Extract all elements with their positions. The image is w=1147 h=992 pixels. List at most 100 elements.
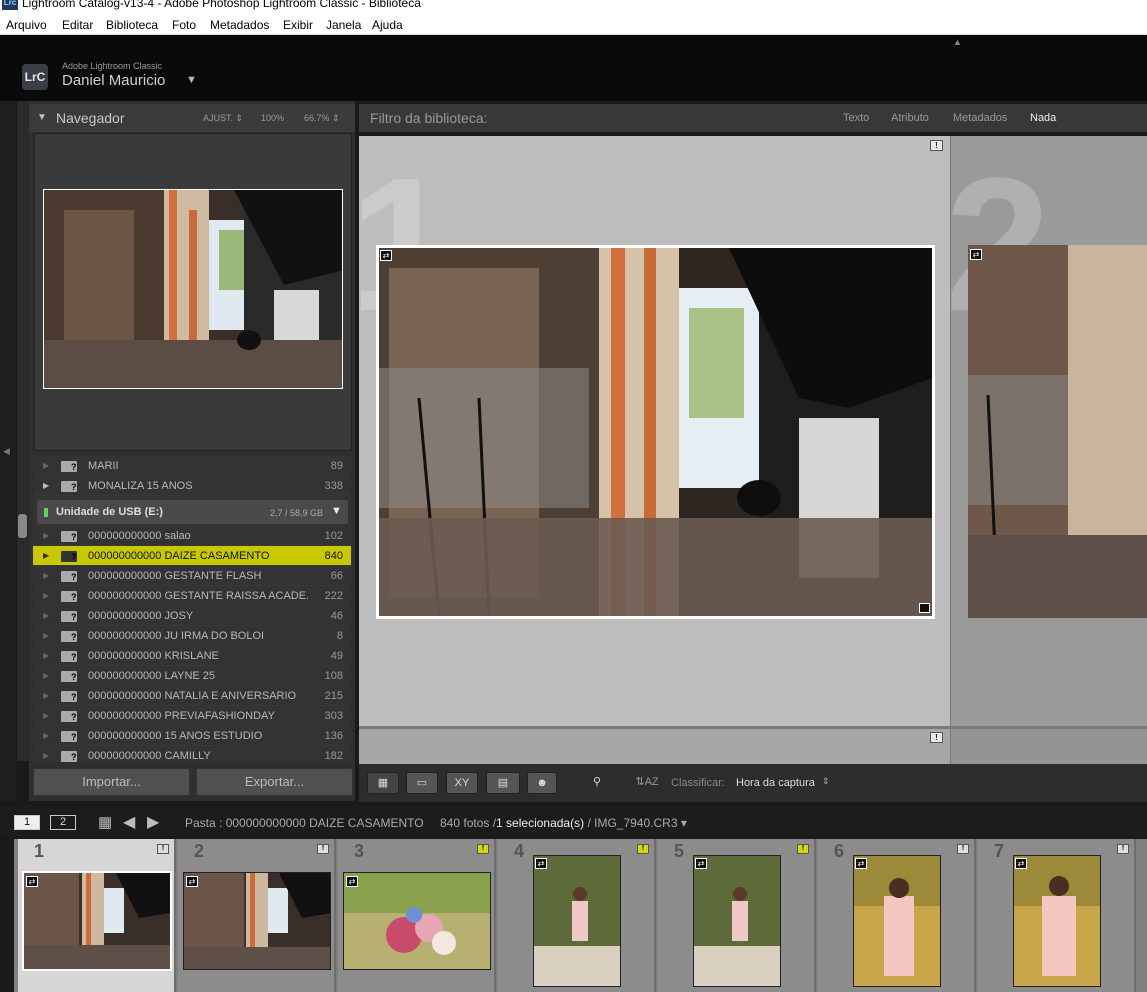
grid-view-icon[interactable]: ▦ (367, 772, 399, 794)
left-panel-scrollbar[interactable] (17, 101, 29, 761)
filmstrip-thumbnail[interactable]: ⇄ (183, 872, 331, 970)
flag-icon[interactable]: ! (1117, 844, 1129, 854)
flag-icon[interactable]: ! (930, 732, 943, 743)
folder-row[interactable]: ▶ 000000000000 salao102 (33, 526, 351, 546)
filter-metadata-tab[interactable]: Metadados (953, 112, 1007, 124)
zoom-100-option[interactable]: 100% (261, 113, 284, 123)
filter-text-tab[interactable]: Texto (843, 112, 869, 124)
filter-none-tab[interactable]: Nada (1030, 112, 1056, 124)
survey-view-icon[interactable]: ▤ (486, 772, 520, 794)
collapse-top-panel-icon[interactable]: ▲ (953, 37, 962, 47)
painter-spray-icon[interactable]: ⚲ (587, 772, 607, 794)
filmstrip-thumbnail[interactable]: ⇄ (22, 871, 172, 971)
missing-folder-icon (61, 751, 77, 762)
filmstrip-index: 1 (34, 841, 45, 861)
expand-arrow-icon[interactable]: ▶ (43, 456, 49, 476)
source-path[interactable]: Pasta : 000000000000 DAIZE CASAMENTO (185, 816, 424, 830)
flag-icon[interactable]: ! (797, 844, 809, 854)
import-button[interactable]: Importar... (33, 768, 190, 796)
missing-folder-icon (61, 611, 77, 622)
grid-photo-main[interactable]: ⇄ (376, 245, 935, 619)
folder-row[interactable]: ▶ 000000000000 LAYNE 25108 (33, 666, 351, 686)
identity-plate (0, 35, 1147, 101)
sync-icon: ⇄ (26, 876, 38, 887)
window-title: Lightroom Catalog-v13-4 - Adobe Photosho… (22, 0, 421, 10)
back-arrow-icon[interactable]: ◀ (123, 812, 135, 832)
flag-icon[interactable]: ! (957, 844, 969, 854)
filmstrip-thumbnail[interactable]: ⇄ (533, 855, 621, 987)
folder-row[interactable]: ▶ 000000000000 CAMILLY182 (33, 746, 351, 762)
volume-status-led-icon (44, 508, 48, 517)
menu-foto[interactable]: Foto (172, 18, 196, 32)
caret-down-icon[interactable]: ▼ (186, 74, 197, 86)
folder-row[interactable]: ▶ 000000000000 JOSY46 (33, 606, 351, 626)
folder-row[interactable]: ▶ 000000000000 GESTANTE FLASH66 (33, 566, 351, 586)
navigator-preview-image[interactable] (43, 189, 343, 389)
sync-icon: ⇄ (346, 876, 358, 887)
sort-label: Classificar: (671, 777, 725, 789)
people-view-icon[interactable]: ☻ (527, 772, 557, 794)
folder-row[interactable]: ▶ 000000000000 15 ANOS ESTUDIO136 (33, 726, 351, 746)
folder-row-selected[interactable]: ▶ 000000000000 DAIZE CASAMENTO840 (33, 546, 351, 566)
menu-arquivo[interactable]: Arquivo (6, 18, 47, 32)
scrollbar-thumb[interactable] (18, 514, 27, 538)
zoom-fit-option[interactable]: AJUST. ⇕ (203, 113, 243, 124)
folder-row[interactable]: ▶ 000000000000 NATALIA E ANIVERSARIO215 (33, 686, 351, 706)
menu-ajuda[interactable]: Ajuda (372, 18, 403, 32)
missing-folder-icon (61, 461, 77, 472)
sync-icon: ⇄ (1015, 858, 1027, 869)
missing-folder-icon (61, 531, 77, 542)
flag-icon[interactable]: ! (317, 844, 329, 854)
filter-title: Filtro da biblioteca: (370, 110, 488, 126)
updown-caret-icon[interactable]: ⇕ (822, 776, 830, 787)
grid-cell[interactable] (359, 729, 950, 764)
flag-icon[interactable]: ! (930, 140, 943, 151)
folder-row[interactable]: ▶ 000000000000 KRISLANE49 (33, 646, 351, 666)
loupe-view-icon[interactable]: ▭ (406, 772, 438, 794)
product-name: Adobe Lightroom Classic (62, 61, 163, 71)
forward-arrow-icon[interactable]: ▶ (147, 812, 159, 832)
missing-folder-icon (61, 691, 77, 702)
triangle-down-icon[interactable]: ▼ (331, 505, 342, 517)
triangle-down-icon[interactable]: ▼ (37, 112, 47, 123)
sync-icon: ⇄ (855, 858, 867, 869)
grid-photo[interactable]: ⇄ (968, 245, 1147, 618)
missing-folder-icon (61, 551, 77, 562)
folder-row[interactable]: ▶ 000000000000 GESTANTE RAISSA ACADE...2… (33, 586, 351, 606)
sort-direction-icon[interactable]: ⇅AZ (630, 772, 664, 794)
folder-row[interactable]: ▶ 000000000000 JU IRMA DO BOLOI8 (33, 626, 351, 646)
collapse-left-panel-icon[interactable]: ◀ (3, 446, 10, 457)
expand-arrow-icon[interactable]: ▶ (43, 476, 49, 496)
flag-icon[interactable]: ! (477, 844, 489, 854)
flag-icon[interactable]: ! (637, 844, 649, 854)
sync-icon: ⇄ (535, 858, 547, 869)
flag-icon[interactable]: ! (157, 844, 169, 854)
menu-exibir[interactable]: Exibir (283, 18, 313, 32)
export-button[interactable]: Exportar... (196, 768, 353, 796)
menu-biblioteca[interactable]: Biblioteca (106, 18, 158, 32)
compare-view-icon[interactable]: XY (446, 772, 478, 794)
grid-icon[interactable]: ▦ (98, 813, 112, 831)
filmstrip-thumbnail[interactable]: ⇄ (853, 855, 941, 987)
menu-editar[interactable]: Editar (62, 18, 93, 32)
sync-icon: ⇄ (970, 249, 982, 260)
folder-row[interactable]: ▶ MARII 89 (33, 456, 351, 476)
menu-janela[interactable]: Janela (326, 18, 361, 32)
crop-badge-icon (919, 603, 930, 613)
sort-dropdown[interactable]: Hora da captura (736, 777, 815, 789)
menu-metadados[interactable]: Metadados (210, 18, 269, 32)
folder-row[interactable]: ▶ 000000000000 PREVIAFASHIONDAY303 (33, 706, 351, 726)
folder-row[interactable]: ▶ MONALIZA 15 ANOS 338 (33, 476, 351, 496)
second-monitor-button[interactable]: 2 (50, 815, 76, 830)
sync-icon: ⇄ (186, 876, 198, 887)
filmstrip-thumbnail[interactable]: ⇄ (693, 855, 781, 987)
user-name[interactable]: Daniel Mauricio (62, 72, 165, 89)
zoom-custom-option[interactable]: 66.7% ⇕ (304, 113, 340, 124)
filmstrip-thumbnail[interactable]: ⇄ (1013, 855, 1101, 987)
sync-icon: ⇄ (695, 858, 707, 869)
navigator-title[interactable]: Navegador (56, 110, 125, 126)
filter-attribute-tab[interactable]: Atributo (891, 112, 929, 124)
main-monitor-button[interactable]: 1 (14, 815, 40, 830)
grid-cell[interactable] (951, 729, 1147, 764)
filmstrip-thumbnail[interactable]: ⇄ (343, 872, 491, 970)
